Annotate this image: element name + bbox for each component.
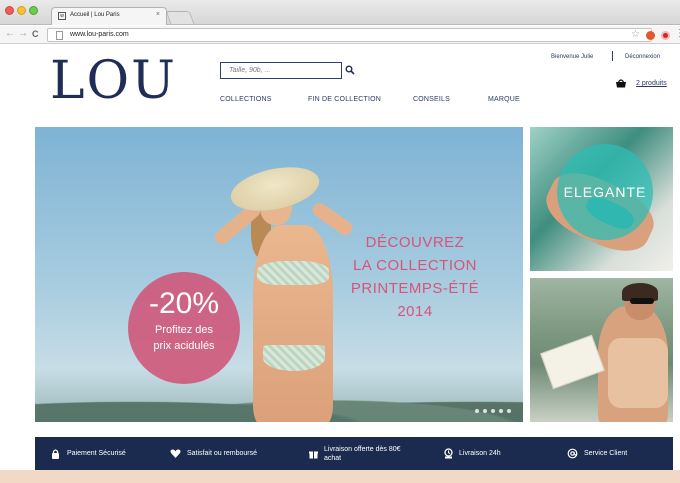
lock-icon [52, 449, 59, 459]
elegante-label: ELEGANTE [563, 184, 647, 200]
hero-line: LA COLLECTION [352, 257, 478, 274]
hero-banner[interactable]: -20% Profitez des prix acidulés DÉCOUVRE… [35, 127, 523, 422]
back-button[interactable]: ← [5, 28, 15, 39]
search-icon[interactable] [345, 65, 355, 75]
heart-icon [170, 449, 181, 458]
bikini-bottom [263, 345, 325, 371]
promo-badge[interactable]: -20% Profitez des prix acidulés [128, 272, 240, 384]
benefit-label: Paiement Sécurisé [67, 450, 126, 457]
title-bar: w Accueil | Lou Paris × [0, 0, 680, 25]
benefit-label: Service Client [584, 450, 628, 457]
favicon-icon: w [58, 12, 66, 20]
nav-fin-de-collection[interactable]: FIN DE COLLECTION [308, 96, 381, 103]
minimize-window-button[interactable] [17, 6, 26, 15]
carousel-dot[interactable] [507, 409, 511, 413]
benefit-label: Satisfait ou remboursé [187, 450, 258, 457]
sunglasses [630, 298, 654, 304]
page: LOU Taille, 90b, ... COLLECTIONS FIN DE … [0, 45, 680, 470]
book [540, 334, 605, 390]
promo-text: prix acidulés [153, 340, 215, 352]
nav-conseils[interactable]: CONSEILS [413, 96, 450, 103]
address-bar[interactable]: www.lou-paris.com [47, 28, 652, 42]
nav-marque[interactable]: MARQUE [488, 96, 520, 103]
browser-tab[interactable]: w Accueil | Lou Paris × [51, 7, 167, 25]
benefit-label: Livraison 24h [459, 450, 501, 457]
new-tab-button[interactable] [165, 11, 195, 24]
tab-close-icon[interactable]: × [156, 11, 160, 18]
page-icon [56, 31, 63, 40]
bikini-top [257, 261, 329, 285]
main-nav: COLLECTIONS FIN DE COLLECTION CONSEILS M… [220, 96, 530, 108]
tab-title: Accueil | Lou Paris [70, 12, 120, 18]
divider [612, 51, 613, 61]
bookmark-star-icon[interactable]: ☆ [631, 29, 640, 40]
reload-button[interactable]: C [32, 29, 39, 39]
hero-line: PRINTEMPS-ÉTÉ [350, 280, 480, 297]
lingerie [608, 338, 668, 408]
carousel-dot[interactable] [499, 409, 503, 413]
truck-icon [444, 448, 453, 459]
site-logo[interactable]: LOU [50, 51, 177, 111]
cart-icon[interactable] [614, 78, 628, 88]
browser-window: w Accueil | Lou Paris × ← → C www.lou-pa… [0, 0, 680, 470]
elegante-badge: ELEGANTE [557, 144, 653, 240]
lingerie-banner[interactable] [530, 278, 673, 422]
carousel-dot[interactable] [483, 409, 487, 413]
browser-toolbar: ← → C www.lou-paris.com ☆ ⋮ [0, 26, 680, 44]
url-text: www.lou-paris.com [70, 31, 129, 38]
elegante-banner[interactable]: ELEGANTE [530, 127, 673, 271]
benefits-bar: Paiement Sécurisé Satisfait ou remboursé… [35, 437, 673, 470]
browser-menu-icon[interactable]: ⋮ [675, 28, 680, 39]
promo-text: Profitez des [154, 324, 214, 336]
forward-button[interactable]: → [18, 28, 28, 39]
hero-headline: DÉCOUVREZ LA COLLECTION PRINTEMPS-ÉTÉ 20… [340, 231, 490, 323]
welcome-text: Bienvenue Julie [551, 54, 594, 60]
promo-percent: -20% [148, 287, 220, 320]
hero-line: DÉCOUVREZ [365, 234, 465, 251]
close-window-button[interactable] [5, 6, 14, 15]
carousel-dot[interactable] [475, 409, 479, 413]
adblock-icon[interactable] [661, 31, 670, 40]
benefit-label: Livraison offerte dès 80€ achat [324, 446, 401, 462]
model-body [253, 225, 333, 422]
at-icon [567, 448, 578, 459]
gift-icon [309, 451, 318, 459]
model-hat [226, 160, 324, 218]
search-input[interactable]: Taille, 90b, ... [220, 62, 342, 79]
carousel-dot[interactable] [491, 409, 495, 413]
hero-line: 2014 [397, 303, 433, 320]
zoom-window-button[interactable] [29, 6, 38, 15]
nav-collections[interactable]: COLLECTIONS [220, 96, 272, 103]
cart-link[interactable]: 2 produits [636, 80, 667, 87]
logout-link[interactable]: Déconnexion [625, 54, 660, 60]
extension-icon[interactable] [646, 31, 655, 40]
